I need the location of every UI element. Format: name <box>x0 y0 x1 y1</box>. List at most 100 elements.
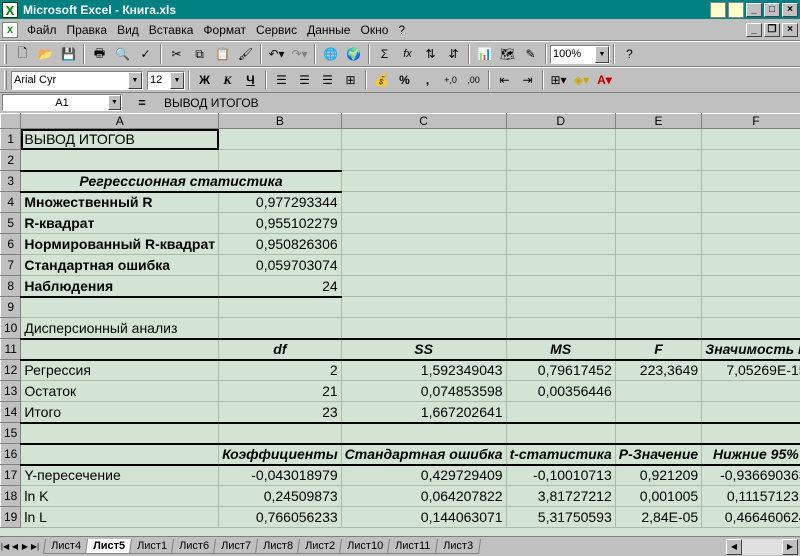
cell[interactable] <box>615 191 703 213</box>
cell-d16[interactable]: t-статистика <box>506 442 616 466</box>
sheet-tab-list8[interactable]: Лист8 <box>255 539 302 554</box>
cell-b11[interactable]: df <box>218 337 342 361</box>
cell[interactable] <box>506 149 616 171</box>
cell-b12[interactable]: 2 <box>218 359 342 381</box>
scrollbar-track[interactable] <box>742 538 782 555</box>
print-preview-icon[interactable]: 🔍 <box>111 43 134 65</box>
italic-button[interactable]: К <box>216 69 239 91</box>
cell[interactable] <box>20 337 220 361</box>
cell[interactable] <box>615 149 703 171</box>
cell-f19[interactable]: 0,466460624 <box>701 506 800 528</box>
cell[interactable] <box>341 128 507 150</box>
cell-b6[interactable]: 0,950826306 <box>218 233 342 255</box>
cell[interactable] <box>701 422 800 444</box>
row-header[interactable]: 8 <box>0 275 22 297</box>
cell-b4[interactable]: 0,977293344 <box>218 191 342 213</box>
help-icon[interactable]: ? <box>618 43 641 65</box>
row-header[interactable]: 13 <box>0 380 22 402</box>
cell[interactable] <box>615 422 703 444</box>
new-file-icon[interactable]: 🗋 <box>11 43 34 65</box>
row-header[interactable]: 7 <box>0 254 22 276</box>
cell[interactable] <box>506 401 616 424</box>
percent-button[interactable]: % <box>393 69 416 91</box>
cell[interactable] <box>615 401 703 424</box>
cell[interactable] <box>615 317 703 339</box>
cell[interactable] <box>20 149 220 171</box>
borders-icon[interactable]: ⊞▾ <box>547 69 570 91</box>
function-icon[interactable]: fx <box>396 43 419 65</box>
undo-icon[interactable]: ↶▾ <box>265 43 288 65</box>
cell[interactable] <box>506 233 616 255</box>
scroll-right-icon[interactable]: ▶ <box>782 538 798 555</box>
cell-a3[interactable]: Регрессионная статистика <box>20 169 342 193</box>
row-header[interactable]: 17 <box>0 464 22 486</box>
menu-view[interactable]: Вид <box>112 23 144 37</box>
cell[interactable] <box>341 254 507 276</box>
sheet-tab-list2[interactable]: Лист2 <box>297 539 344 554</box>
cell[interactable] <box>701 128 800 150</box>
cell[interactable] <box>701 296 800 318</box>
cell[interactable] <box>615 254 703 276</box>
cell-f16[interactable]: Нижние 95% <box>701 442 800 466</box>
column-header-b[interactable]: B <box>218 113 342 129</box>
row-header[interactable]: 10 <box>0 317 22 339</box>
cell[interactable] <box>615 233 703 255</box>
sort-descending-icon[interactable]: ⇵ <box>442 43 465 65</box>
decrease-decimal-icon[interactable]: ,00 <box>462 69 485 91</box>
row-header[interactable]: 2 <box>0 149 22 171</box>
cell-b16[interactable]: Коэффициенты <box>218 442 342 466</box>
cell-d11[interactable]: MS <box>506 337 616 361</box>
row-header[interactable]: 1 <box>0 128 22 150</box>
row-header[interactable]: 14 <box>0 401 22 423</box>
sheet-tab-list1[interactable]: Лист1 <box>129 539 176 554</box>
cell[interactable] <box>341 275 507 297</box>
cell[interactable] <box>701 401 800 424</box>
workbook-icon[interactable]: X <box>2 21 18 38</box>
cell[interactable] <box>701 275 800 297</box>
doc-close-button[interactable]: × <box>782 22 798 37</box>
cell[interactable] <box>701 380 800 402</box>
cell[interactable] <box>615 170 703 192</box>
cell[interactable] <box>506 317 616 339</box>
chevron-down-icon[interactable]: ▼ <box>595 45 609 63</box>
cell-c11[interactable]: SS <box>341 337 507 361</box>
cell[interactable] <box>341 191 507 213</box>
column-header-e[interactable]: E <box>614 113 703 129</box>
align-right-icon[interactable]: ☰ <box>316 69 339 91</box>
cell-a13[interactable]: Остаток <box>20 380 220 402</box>
menu-data[interactable]: Данные <box>302 23 355 37</box>
cell-b14[interactable]: 23 <box>218 401 342 424</box>
cell[interactable] <box>701 254 800 276</box>
cell-d19[interactable]: 5,31750593 <box>506 506 616 528</box>
cell[interactable] <box>341 317 507 339</box>
cell-f18[interactable]: 0,111571231 <box>701 485 800 507</box>
cell-a6[interactable]: Нормированный R-квадрат <box>20 233 220 255</box>
cell[interactable] <box>506 254 616 276</box>
cell-e19[interactable]: 2,84E-05 <box>615 506 703 528</box>
cell[interactable] <box>218 296 342 318</box>
cut-icon[interactable]: ✂ <box>165 43 188 65</box>
cell-e18[interactable]: 0,001005 <box>615 485 703 507</box>
doc-restore-button[interactable]: ❐ <box>764 22 780 37</box>
cell[interactable] <box>341 233 507 255</box>
cell-a7[interactable]: Стандартная ошибка <box>20 254 220 276</box>
cell[interactable] <box>701 317 800 339</box>
cell[interactable] <box>341 296 507 318</box>
office-shortcut-icon-2[interactable] <box>728 1 744 18</box>
merge-center-icon[interactable]: ⊞ <box>339 69 362 91</box>
cell-a17[interactable]: Y-пересечение <box>20 464 220 486</box>
column-header-a[interactable]: A <box>20 113 220 129</box>
cell-a5[interactable]: R-квадрат <box>20 212 220 234</box>
cell-a8[interactable]: Наблюдения <box>20 275 220 298</box>
cell[interactable] <box>506 128 616 150</box>
office-shortcut-icon[interactable] <box>710 1 726 18</box>
cell[interactable] <box>341 212 507 234</box>
save-icon[interactable]: 💾 <box>57 43 80 65</box>
cell-c16[interactable]: Стандартная ошибка <box>341 442 507 466</box>
bold-button[interactable]: Ж <box>193 69 216 91</box>
prev-sheet-icon[interactable]: ◀ <box>10 541 20 553</box>
row-header[interactable]: 18 <box>0 485 22 507</box>
row-header[interactable]: 15 <box>0 422 22 444</box>
name-box[interactable]: A1 ▼ <box>2 94 122 111</box>
cell-a10[interactable]: Дисперсионный анализ <box>20 317 220 339</box>
